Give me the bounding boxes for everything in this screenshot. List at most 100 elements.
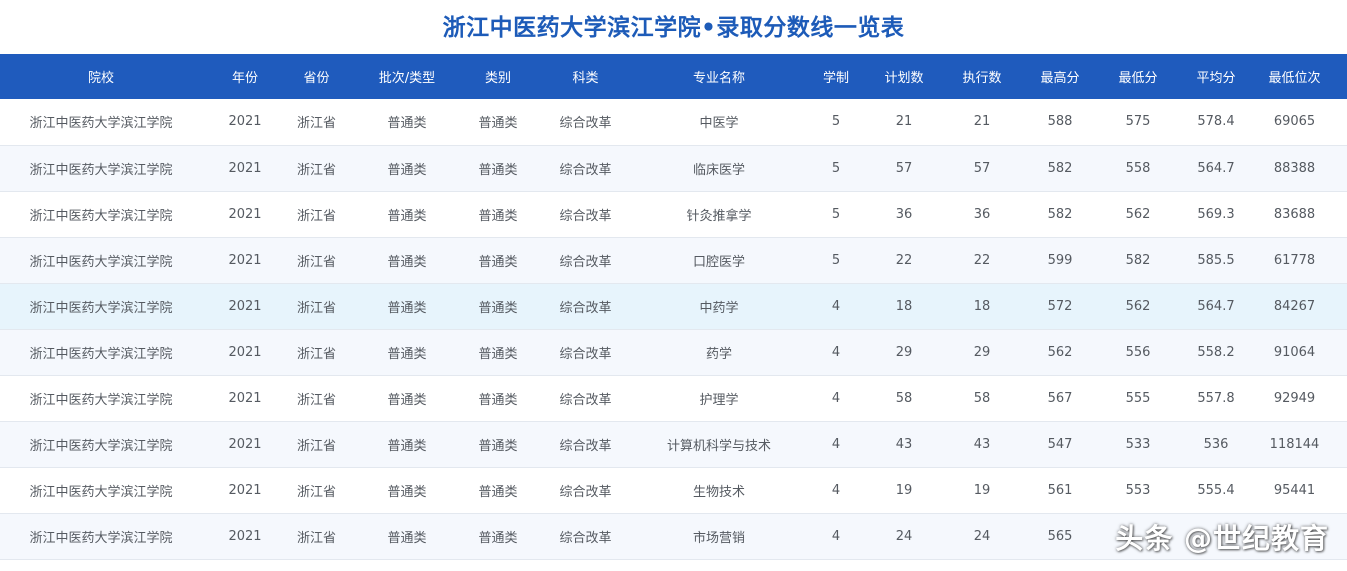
table-cell: 61778 [1273,252,1316,268]
table-cell: 43 [973,436,991,452]
table-cell: 生物技术 [692,484,745,500]
table-cell: 护理学 [699,392,739,408]
table-cell: 557.8 [1197,390,1235,406]
table-cell: 84267 [1273,298,1316,314]
table-cell: 普通类 [478,254,518,270]
table-cell: 2021 [228,114,262,130]
table-row: 浙江中医药大学滨江学院 2021 浙江省 普通类 普通类 综合改革 生物技术 4 19 19 561… [0,467,1347,513]
table-body: 浙江中医药大学滨江学院 2021 浙江省 普通类 普通类 综合改革 中医学 5 21 21 588 5… [0,99,1347,559]
table-cell: 浙江省 [296,208,336,224]
table-cell: 555 [1125,390,1151,406]
table-cell: 2021 [228,160,262,176]
table-cell: 浙江中医药大学滨江学院 [29,438,173,454]
table-cell: 536 [1203,436,1229,452]
table-cell: 综合改革 [559,484,612,500]
table-cell: 575 [1125,114,1151,130]
column-header: 最低分 [1118,71,1158,86]
table-cell: 普通类 [387,530,427,546]
table-cell: 83688 [1273,206,1316,222]
table-cell: 21 [973,114,991,130]
table-cell: 口腔医学 [692,254,745,270]
table-cell: 普通类 [478,162,518,178]
table-cell: 582 [1047,206,1073,222]
table-cell: 556 [1125,344,1151,360]
table-cell: 市场营销 [692,530,745,546]
table-cell: 562 [1047,344,1073,360]
table-cell: 558 [1125,160,1151,176]
table-cell: 36 [973,206,991,222]
table-cell: 浙江省 [296,300,336,316]
table-cell: 浙江省 [296,392,336,408]
table-cell: 综合改革 [559,116,612,132]
table-cell: 567 [1047,390,1073,406]
table-cell: 58 [895,390,913,406]
table-cell: 5 [831,160,841,176]
table-row: 浙江中医药大学滨江学院 2021 浙江省 普通类 普通类 综合改革 口腔医学 5 22 22 599… [0,237,1347,283]
table-cell: 43 [895,436,913,452]
table-cell: 5 [831,206,841,222]
table-cell: 599 [1047,252,1073,268]
table-cell: 浙江中医药大学滨江学院 [29,300,173,316]
table-cell: 药学 [705,346,732,362]
table-cell: 浙江省 [296,254,336,270]
table-cell: 2021 [228,482,262,498]
table-row: 浙江中医药大学滨江学院 2021 浙江省 普通类 普通类 综合改革 药学 4 29 29 562 55… [0,329,1347,375]
table-cell: 118144 [1269,436,1320,452]
table-cell: 553 [1125,482,1151,498]
column-header: 科类 [572,71,599,86]
admission-score-table: 院校 年份 省份 批次/类型 类别 科类 专业名称 学制 计划数 执行数 最高分 最低分 平均分 最低位次… [0,54,1347,560]
table-cell: 普通类 [478,392,518,408]
table-cell: 2021 [228,436,262,452]
column-header: 最低位次 [1268,71,1321,86]
column-header: 年份 [231,71,258,86]
column-header: 执行数 [962,71,1002,86]
table-row: 浙江中医药大学滨江学院 2021 浙江省 普通类 普通类 综合改革 中医学 5 21 21 588 5… [0,99,1347,145]
table-cell: 582 [1047,160,1073,176]
table-header-row: 院校 年份 省份 批次/类型 类别 科类 专业名称 学制 计划数 执行数 最高分 最低分 平均分 最低位次 [0,54,1347,99]
table-cell: 92949 [1273,390,1316,406]
table-cell: 2021 [228,252,262,268]
table-cell: 浙江中医药大学滨江学院 [29,392,173,408]
table-cell: 57 [973,160,991,176]
table-cell: 4 [831,390,841,406]
table-cell: 普通类 [478,116,518,132]
table-cell: 95441 [1273,482,1316,498]
table-cell: 562 [1125,206,1151,222]
table-cell: 36 [895,206,913,222]
table-row: 浙江中医药大学滨江学院 2021 浙江省 普通类 普通类 综合改革 计算机科学与技术 4 43 4… [0,421,1347,467]
table-row: 浙江中医药大学滨江学院 2021 浙江省 普通类 普通类 综合改革 护理学 4 58 58 567 5… [0,375,1347,421]
table-cell: 临床医学 [692,162,745,178]
table-cell: 2021 [228,390,262,406]
table-cell: 浙江省 [296,346,336,362]
table-cell: 普通类 [387,484,427,500]
table-cell: 564.7 [1197,160,1235,176]
table-cell: 533 [1125,436,1151,452]
table-cell: 普通类 [478,346,518,362]
table-cell: 24 [973,528,991,544]
table-cell: 综合改革 [559,392,612,408]
table-cell: 普通类 [387,300,427,316]
table-cell: 综合改革 [559,162,612,178]
table-cell: 547 [1047,436,1073,452]
table-cell: 浙江省 [296,162,336,178]
table-cell: 562 [1125,298,1151,314]
table-row: 浙江中医药大学滨江学院 2021 浙江省 普通类 普通类 综合改革 临床医学 5 57 57 582… [0,145,1347,191]
table-cell: 浙江中医药大学滨江学院 [29,116,173,132]
table-cell: 19 [895,482,913,498]
table-cell: 浙江中医药大学滨江学院 [29,346,173,362]
table-cell: 普通类 [478,300,518,316]
table-cell: 578.4 [1197,114,1235,130]
table-cell: 2021 [228,298,262,314]
watermark: 头条 @世纪教育 [1115,522,1329,555]
table-cell: 中医学 [699,116,739,132]
table-cell: 浙江省 [296,484,336,500]
table-cell: 普通类 [387,438,427,454]
column-header: 学制 [822,71,849,86]
table-cell: 普通类 [478,208,518,224]
column-header: 院校 [87,71,114,86]
table-cell: 普通类 [387,116,427,132]
table-cell: 558.2 [1197,344,1235,360]
table-cell: 普通类 [478,530,518,546]
table-cell: 浙江省 [296,438,336,454]
table-cell: 普通类 [387,254,427,270]
